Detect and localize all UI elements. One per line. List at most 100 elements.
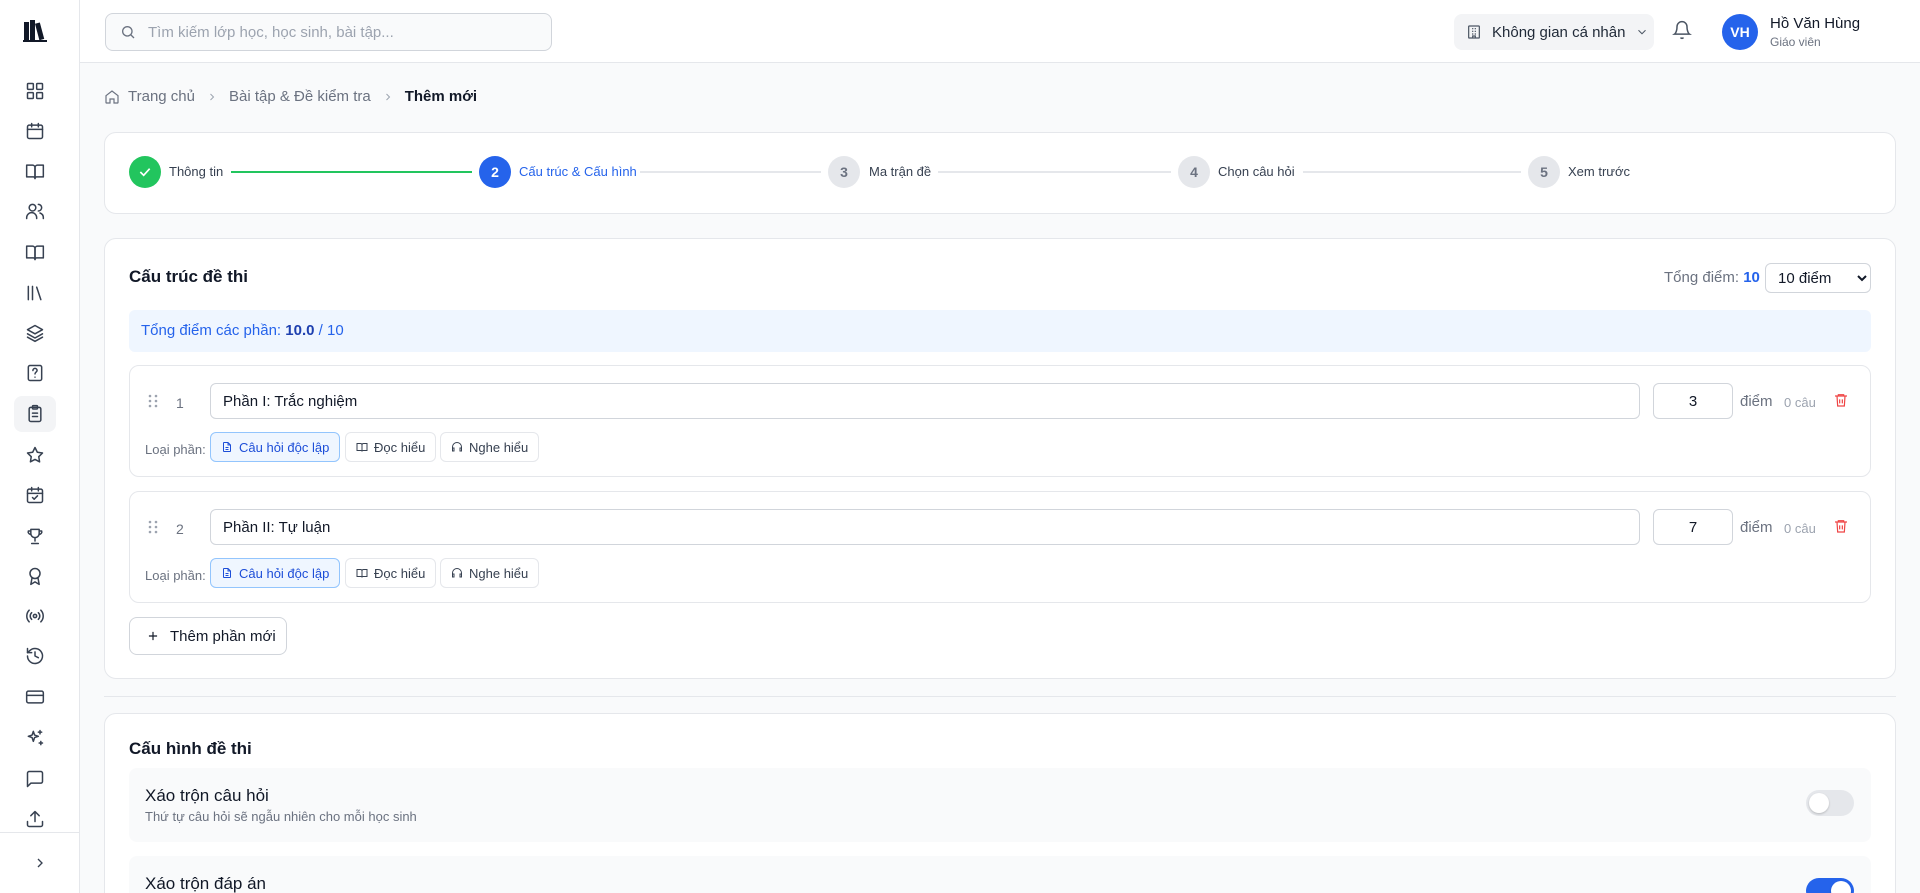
bell-icon[interactable] <box>1672 20 1696 44</box>
type-reading-label: Đọc hiểu <box>374 565 426 581</box>
file-icon <box>223 568 231 578</box>
message-icon[interactable] <box>14 761 56 797</box>
drag-handle-icon[interactable] <box>148 394 158 408</box>
toggle-knob <box>1831 881 1851 893</box>
type-standalone-label: Câu hỏi độc lập <box>239 439 330 455</box>
step-3-label[interactable]: Ma trận đề <box>869 164 931 179</box>
topbar: Không gian cá nhân VH Hồ Văn Hùng Giáo v… <box>80 0 1920 63</box>
star-icon[interactable] <box>14 437 56 473</box>
part-number: 2 <box>176 521 184 537</box>
step-connector <box>640 171 821 173</box>
shuffle-questions-desc: Thứ tự câu hỏi sẽ ngẫu nhiên cho mỗi học… <box>145 809 417 824</box>
broadcast-icon[interactable] <box>14 598 56 634</box>
search-box[interactable] <box>105 13 552 51</box>
type-standalone-label: Câu hỏi độc lập <box>239 565 330 581</box>
type-standalone-button[interactable]: Câu hỏi độc lập <box>210 432 341 462</box>
drag-handle-icon[interactable] <box>148 520 158 534</box>
total-points-value: 10 <box>1743 269 1760 286</box>
type-listening-label: Nghe hiểu <box>469 439 529 455</box>
library-icon[interactable] <box>14 275 56 311</box>
chevron-right-icon <box>385 93 390 100</box>
total-points-select[interactable]: 10 điểm <box>1765 263 1871 293</box>
shuffle-answers-toggle[interactable] <box>1806 878 1854 893</box>
workspace-switcher[interactable]: Không gian cá nhân <box>1454 14 1654 50</box>
search-input[interactable] <box>148 23 528 41</box>
book-open-icon[interactable] <box>14 153 56 189</box>
step-2-number[interactable]: 2 <box>479 156 511 188</box>
trash-icon[interactable] <box>1833 392 1851 410</box>
part-type-label: Loại phần: <box>145 568 206 583</box>
breadcrumb-section[interactable]: Bài tập & Đề kiểm tra <box>229 88 371 105</box>
total-points-text: Tổng điểm: <box>1664 269 1740 286</box>
shuffle-questions-toggle[interactable] <box>1806 790 1854 816</box>
sidebar <box>0 0 80 893</box>
question-count: 0 câu <box>1784 521 1816 536</box>
type-listening-button[interactable]: Nghe hiểu <box>440 432 540 462</box>
history-icon[interactable] <box>14 638 56 674</box>
total-points-label: Tổng điểm: 10 <box>1664 269 1760 286</box>
workspace-label: Không gian cá nhân <box>1492 23 1626 41</box>
book-open-icon <box>356 443 368 452</box>
points-sum-label: Tổng điểm các phần: <box>141 322 282 339</box>
user-role: Giáo viên <box>1770 35 1821 49</box>
step-3-number[interactable]: 3 <box>828 156 860 188</box>
calendar-icon[interactable] <box>14 113 56 149</box>
step-4-label[interactable]: Chọn câu hỏi <box>1218 164 1295 179</box>
book-icon[interactable] <box>14 234 56 270</box>
step-1-label[interactable]: Thông tin <box>169 164 223 179</box>
users-icon[interactable] <box>14 193 56 229</box>
trophy-icon[interactable] <box>14 518 56 554</box>
shuffle-answers-title: Xáo trộn đáp án <box>145 874 266 893</box>
part-type-label: Loại phần: <box>145 442 206 457</box>
part-name-input[interactable] <box>210 383 1640 419</box>
part-number: 1 <box>176 395 184 411</box>
plus-icon <box>148 631 158 641</box>
sidebar-divider <box>0 832 79 833</box>
credit-card-icon[interactable] <box>14 679 56 715</box>
part-score-input[interactable] <box>1653 383 1733 419</box>
breadcrumb-current: Thêm mới <box>404 88 478 105</box>
points-sum-value: 10.0 <box>285 322 315 339</box>
sparkles-icon[interactable] <box>14 720 56 756</box>
part-score-input[interactable] <box>1653 509 1733 545</box>
score-unit: điểm <box>1740 519 1773 536</box>
question-icon[interactable] <box>14 355 56 391</box>
headphones-icon <box>452 442 462 452</box>
step-2-label[interactable]: Cấu trúc & Cấu hình <box>519 164 637 179</box>
type-standalone-button[interactable]: Câu hỏi độc lập <box>210 558 341 588</box>
breadcrumb-home[interactable]: Trang chủ <box>128 88 195 105</box>
type-listening-button[interactable]: Nghe hiểu <box>440 558 540 588</box>
chevron-right-icon <box>210 93 215 100</box>
step-connector <box>938 171 1171 173</box>
exam-part: 2 điểm 0 câu Loại phần: Câu hỏi độc lập … <box>129 491 1871 603</box>
calendar-check-icon[interactable] <box>14 477 56 513</box>
section-divider <box>104 696 1896 697</box>
chevron-right-icon[interactable] <box>22 849 58 877</box>
add-part-button[interactable]: Thêm phần mới <box>129 617 287 655</box>
step-4-number[interactable]: 4 <box>1178 156 1210 188</box>
chevron-down-icon <box>1638 29 1647 35</box>
dashboard-icon[interactable] <box>14 73 56 109</box>
award-icon[interactable] <box>14 558 56 594</box>
shuffle-answers-row: Xáo trộn đáp án <box>129 856 1871 893</box>
building-icon <box>1468 25 1480 39</box>
search-icon <box>122 26 135 39</box>
exam-part: 1 điểm 0 câu Loại phần: Câu hỏi độc lập … <box>129 365 1871 477</box>
step-5-label[interactable]: Xem trước <box>1568 164 1630 179</box>
avatar[interactable]: VH <box>1722 14 1758 50</box>
headphones-icon <box>452 568 462 578</box>
question-count: 0 câu <box>1784 395 1816 410</box>
type-reading-button[interactable]: Đọc hiểu <box>345 432 437 462</box>
type-reading-label: Đọc hiểu <box>374 439 426 455</box>
step-5-number[interactable]: 5 <box>1528 156 1560 188</box>
type-listening-label: Nghe hiểu <box>469 565 529 581</box>
layers-icon[interactable] <box>14 315 56 351</box>
step-1-check-icon[interactable] <box>129 156 161 188</box>
user-name: Hồ Văn Hùng <box>1770 15 1861 32</box>
part-name-input[interactable] <box>210 509 1640 545</box>
type-reading-button[interactable]: Đọc hiểu <box>345 558 437 588</box>
config-title: Cấu hình đề thi <box>129 739 252 758</box>
clipboard-icon[interactable] <box>14 396 56 432</box>
app-logo-icon[interactable] <box>22 16 50 44</box>
trash-icon[interactable] <box>1833 518 1851 536</box>
